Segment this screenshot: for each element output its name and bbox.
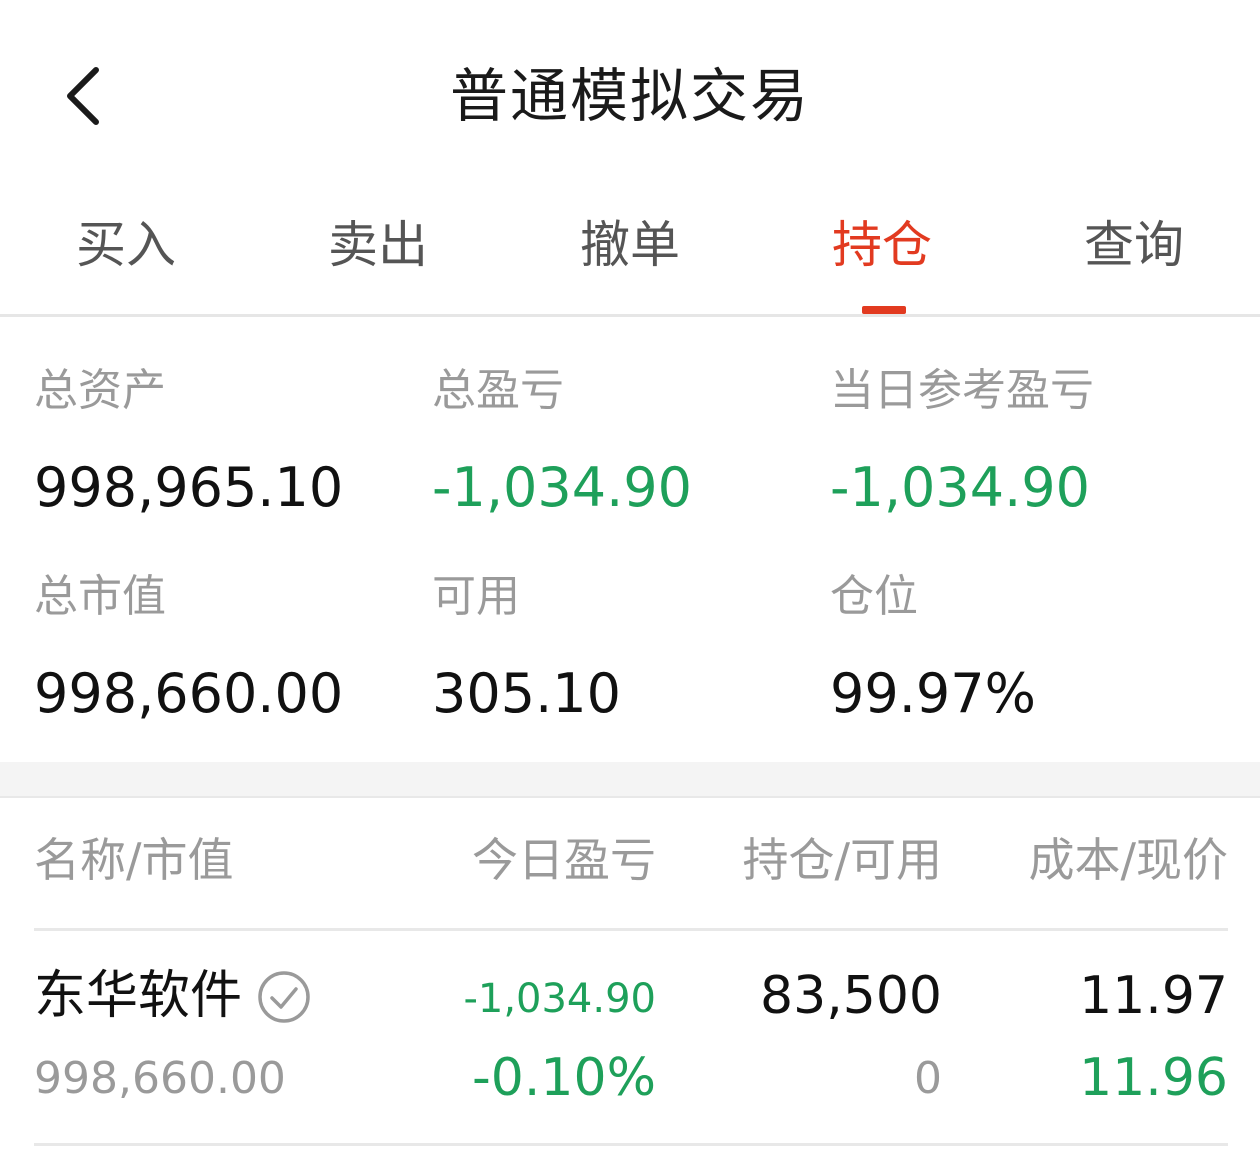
holding-row[interactable]: 东华软件 998,660.00 -1,034.90 -0.10% 83,500 … <box>34 931 1228 1146</box>
available-value: 305.10 <box>432 662 621 725</box>
check-circle-icon <box>258 971 310 1023</box>
market-value-block: 总市值 998,660.00 <box>34 567 343 729</box>
col-header-name: 名称/市值 <box>34 833 234 887</box>
position-ratio-value: 99.97% <box>830 662 1036 725</box>
daily-pl-block: 当日参考盈亏 -1,034.90 <box>830 361 1094 523</box>
position-ratio-label: 仓位 <box>830 571 918 622</box>
stock-market-value: 998,660.00 <box>34 1053 286 1104</box>
tab-cancel-order[interactable]: 撤单 <box>504 210 756 280</box>
total-assets-value: 998,965.10 <box>34 456 344 519</box>
position-ratio-block: 仓位 99.97% <box>830 567 1036 729</box>
col-header-position: 持仓/可用 <box>742 833 943 887</box>
stock-today-pl: -1,034.90 <box>463 976 656 1022</box>
available-label: 可用 <box>432 571 520 622</box>
stock-position: 83,500 <box>760 966 942 1026</box>
total-pl-value: -1,034.90 <box>432 456 692 519</box>
available-block: 可用 305.10 <box>432 567 621 729</box>
total-assets-label: 总资产 <box>34 365 166 416</box>
tab-positions[interactable]: 持仓 <box>756 210 1008 280</box>
daily-pl-label: 当日参考盈亏 <box>830 365 1094 416</box>
section-divider <box>0 762 1260 798</box>
stock-today-pl-pct: -0.10% <box>472 1048 656 1108</box>
stock-available: 0 <box>914 1053 942 1104</box>
tab-buy[interactable]: 买入 <box>0 210 252 280</box>
stock-current-price: 11.96 <box>1079 1048 1228 1108</box>
account-summary: 总资产 998,965.10 总盈亏 -1,034.90 当日参考盈亏 -1,0… <box>0 317 1260 762</box>
total-pl-label: 总盈亏 <box>432 365 564 416</box>
market-value-label: 总市值 <box>34 571 166 622</box>
col-header-price: 成本/现价 <box>1028 833 1229 887</box>
total-pl-block: 总盈亏 -1,034.90 <box>432 361 692 523</box>
header-bar: 普通模拟交易 <box>0 0 1260 190</box>
active-tab-indicator <box>862 306 906 314</box>
stock-name: 东华软件 <box>34 966 243 1026</box>
page-title: 普通模拟交易 <box>449 62 810 130</box>
trade-tabs: 买入 卖出 撤单 持仓 查询 <box>0 190 1260 317</box>
col-header-today-pl: 今日盈亏 <box>472 833 656 887</box>
tab-sell[interactable]: 卖出 <box>252 210 504 280</box>
total-assets-block: 总资产 998,965.10 <box>34 361 343 523</box>
market-value-value: 998,660.00 <box>34 662 344 725</box>
stock-cost-price: 11.97 <box>1079 966 1228 1026</box>
tab-query[interactable]: 查询 <box>1008 210 1260 280</box>
daily-pl-value: -1,034.90 <box>830 456 1090 519</box>
holdings-table-header: 名称/市值 今日盈亏 持仓/可用 成本/现价 <box>34 798 1228 931</box>
